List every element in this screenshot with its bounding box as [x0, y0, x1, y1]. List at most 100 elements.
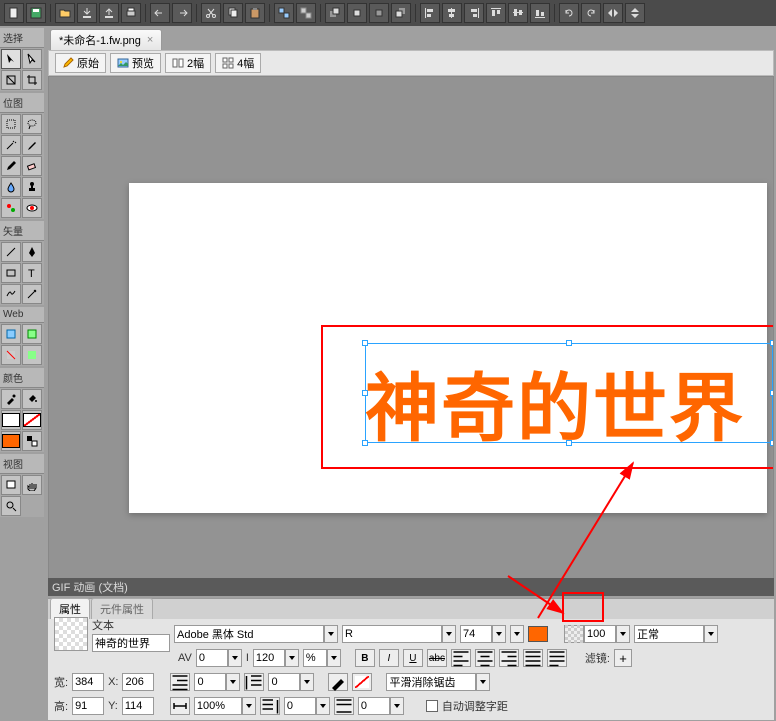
resize-handle-tl[interactable] — [362, 340, 368, 346]
hotspot-tool[interactable] — [1, 324, 21, 344]
blur-tool[interactable] — [1, 177, 21, 197]
four-up-button[interactable]: 4幅 — [215, 53, 261, 73]
wand-tool[interactable] — [1, 135, 21, 155]
add-filter-button[interactable]: + — [614, 649, 632, 667]
lasso-tool[interactable] — [22, 114, 42, 134]
align-right-button-text[interactable] — [499, 649, 519, 667]
align-center-button-text[interactable] — [475, 649, 495, 667]
rectangle-tool[interactable] — [1, 263, 21, 283]
font-style-select[interactable] — [342, 625, 442, 643]
group-button[interactable] — [274, 3, 294, 23]
align-left-button-text[interactable] — [451, 649, 471, 667]
resize-handle-tr[interactable] — [770, 340, 774, 346]
align-top-button[interactable] — [486, 3, 506, 23]
open-button[interactable] — [55, 3, 75, 23]
replace-color-tool[interactable] — [1, 198, 21, 218]
opacity-field[interactable] — [584, 625, 616, 643]
paste-button[interactable] — [245, 3, 265, 23]
ungroup-button[interactable] — [296, 3, 316, 23]
show-slices-tool[interactable] — [22, 345, 42, 365]
send-backward-button[interactable] — [369, 3, 389, 23]
screen-mode-button[interactable] — [1, 475, 21, 495]
align-center-h-button[interactable] — [508, 3, 528, 23]
space-after-dropdown[interactable] — [390, 697, 404, 715]
leading-unit-select[interactable] — [303, 649, 327, 667]
right-indent-field[interactable] — [284, 697, 316, 715]
slice-tool[interactable] — [22, 324, 42, 344]
cut-button[interactable] — [201, 3, 221, 23]
rotate-cw-button[interactable] — [581, 3, 601, 23]
new-file-button[interactable] — [4, 3, 24, 23]
h-scale-field[interactable] — [194, 697, 242, 715]
strike-button[interactable]: abc — [427, 649, 447, 667]
h-scale-dropdown[interactable] — [242, 697, 256, 715]
font-size-dropdown[interactable] — [492, 625, 506, 643]
undo-button[interactable] — [150, 3, 170, 23]
scale-tool[interactable] — [1, 70, 21, 90]
close-tab-icon[interactable]: × — [147, 34, 153, 46]
zoom-tool[interactable] — [1, 496, 21, 516]
align-stretch-button-text[interactable] — [547, 649, 567, 667]
anti-alias-dropdown[interactable] — [476, 673, 490, 691]
stroke-color-icon[interactable] — [328, 673, 348, 691]
stroke-swatch[interactable] — [1, 410, 21, 430]
align-left-button[interactable] — [420, 3, 440, 23]
no-stroke-icon[interactable] — [352, 673, 372, 691]
preview-view-button[interactable]: 预览 — [110, 53, 161, 73]
height-field[interactable] — [72, 697, 104, 715]
save-button[interactable] — [26, 3, 46, 23]
italic-button[interactable]: I — [379, 649, 399, 667]
font-family-select[interactable] — [174, 625, 324, 643]
text-color-swatch[interactable] — [528, 626, 548, 642]
flip-h-button[interactable] — [603, 3, 623, 23]
leading-unit-dropdown[interactable] — [327, 649, 341, 667]
two-up-button[interactable]: 2幅 — [165, 53, 211, 73]
tracking-field[interactable] — [196, 649, 228, 667]
send-back-button[interactable] — [391, 3, 411, 23]
red-eye-tool[interactable] — [22, 198, 42, 218]
bold-button[interactable]: B — [355, 649, 375, 667]
redo-button[interactable] — [172, 3, 192, 23]
align-justify-button-text[interactable] — [523, 649, 543, 667]
underline-button[interactable]: U — [403, 649, 423, 667]
font-size-stepper[interactable] — [510, 625, 524, 643]
first-indent-field[interactable] — [194, 673, 226, 691]
text-selection[interactable]: 神奇的世界 — [365, 343, 773, 443]
space-after-field[interactable] — [358, 697, 390, 715]
rotate-ccw-button[interactable] — [559, 3, 579, 23]
export-button[interactable] — [99, 3, 119, 23]
leading-dropdown[interactable] — [285, 649, 299, 667]
knife-tool[interactable] — [22, 284, 42, 304]
eraser-tool[interactable] — [22, 156, 42, 176]
opacity-dropdown[interactable] — [616, 625, 630, 643]
first-indent-dropdown[interactable] — [226, 673, 240, 691]
blend-mode-dropdown[interactable] — [704, 625, 718, 643]
x-field[interactable] — [122, 673, 154, 691]
width-field[interactable] — [72, 673, 104, 691]
hand-tool[interactable] — [22, 475, 42, 495]
stamp-tool[interactable] — [22, 177, 42, 197]
flip-v-button[interactable] — [625, 3, 645, 23]
tab-properties[interactable]: 属性 — [50, 598, 90, 619]
align-bottom-button[interactable] — [530, 3, 550, 23]
copy-button[interactable] — [223, 3, 243, 23]
blend-mode-select[interactable] — [634, 625, 704, 643]
align-right-button[interactable] — [464, 3, 484, 23]
canvas-viewport[interactable]: 神奇的世界 — [48, 76, 774, 596]
left-indent-dropdown[interactable] — [300, 673, 314, 691]
original-view-button[interactable]: 原始 — [55, 53, 106, 73]
crop-tool[interactable] — [22, 70, 42, 90]
font-family-dropdown[interactable] — [324, 625, 338, 643]
tracking-dropdown[interactable] — [228, 649, 242, 667]
text-tool[interactable]: T — [22, 263, 42, 283]
bring-front-button[interactable] — [325, 3, 345, 23]
y-field[interactable] — [122, 697, 154, 715]
bring-forward-button[interactable] — [347, 3, 367, 23]
font-style-dropdown[interactable] — [442, 625, 456, 643]
freeform-tool[interactable] — [1, 284, 21, 304]
bucket-tool[interactable] — [22, 389, 42, 409]
brush-tool[interactable] — [22, 135, 42, 155]
hide-slices-tool[interactable] — [1, 345, 21, 365]
swap-colors-button[interactable] — [22, 431, 42, 451]
import-button[interactable] — [77, 3, 97, 23]
